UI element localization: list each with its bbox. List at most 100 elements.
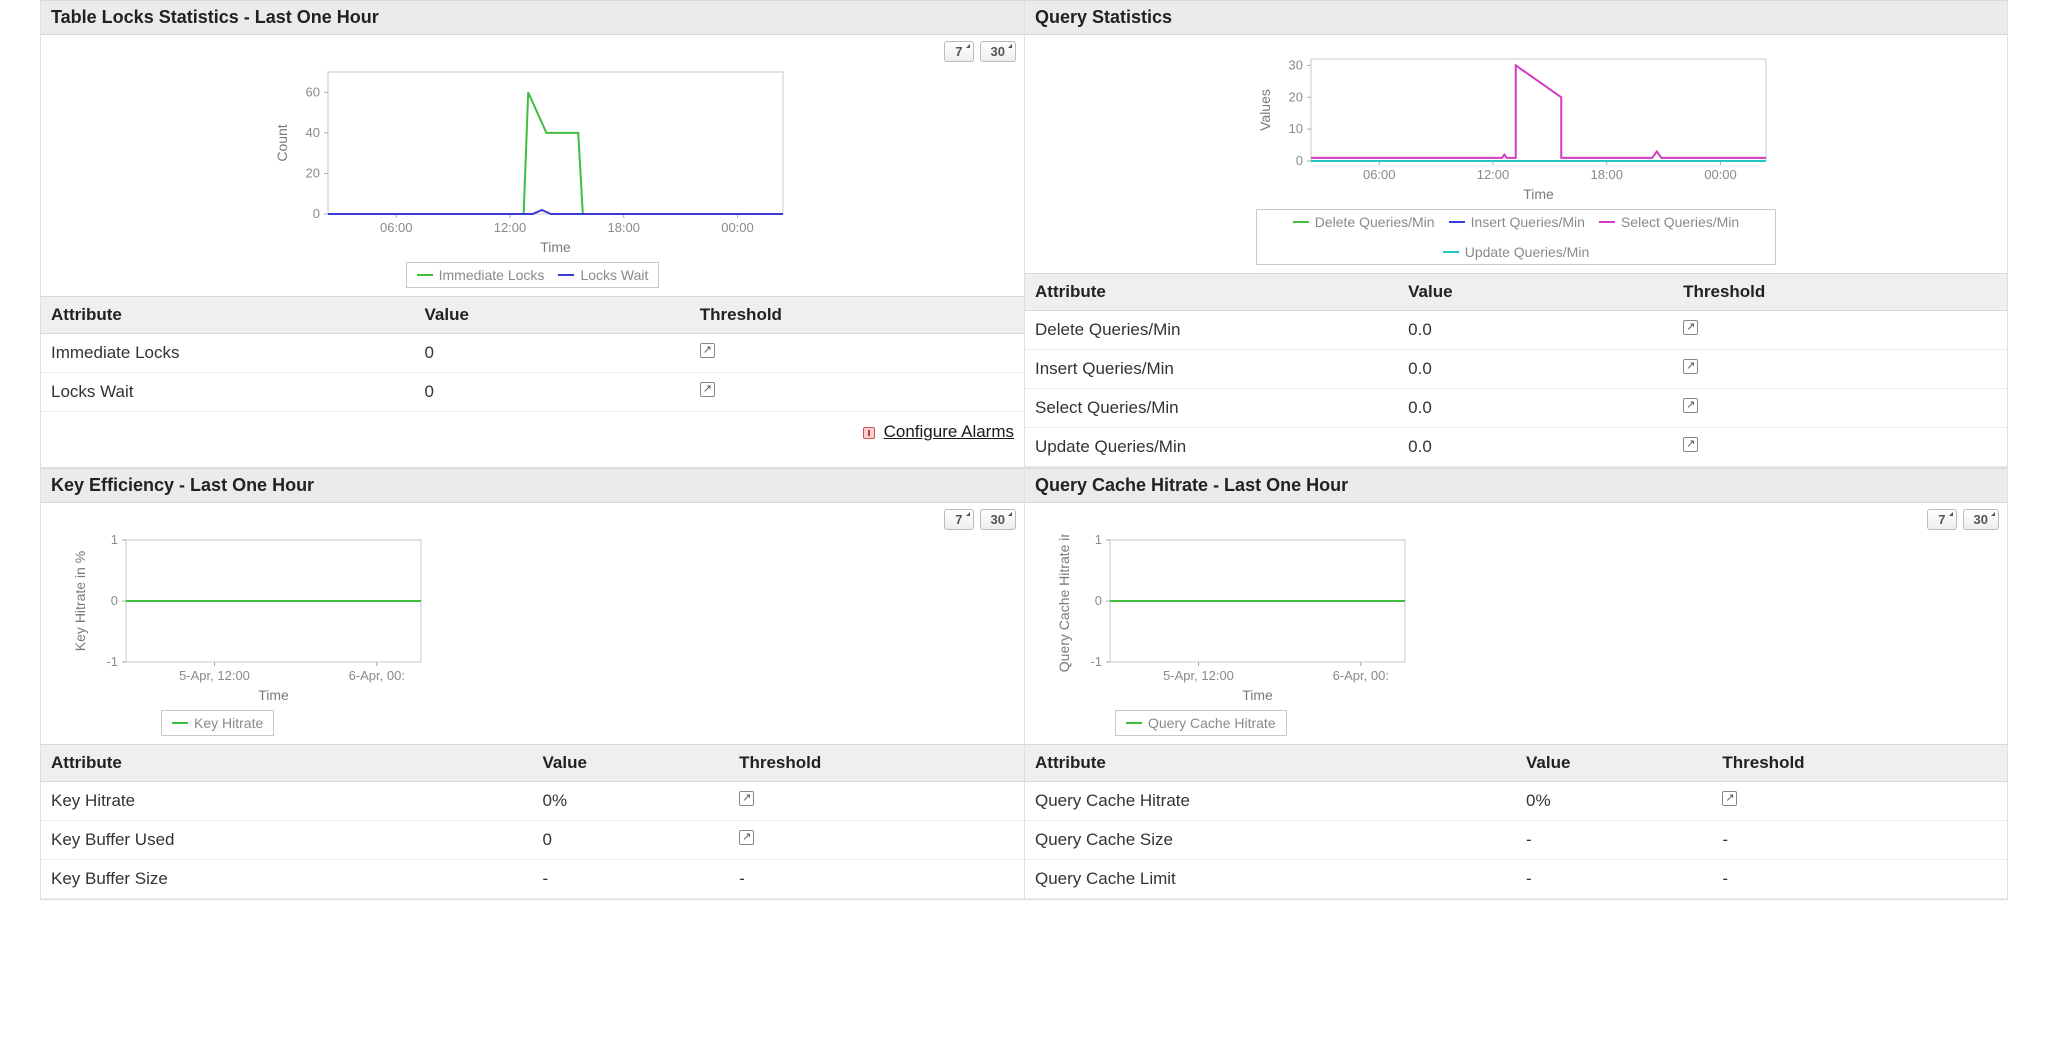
legend-item: Locks Wait (558, 267, 648, 283)
legend-swatch (172, 722, 188, 724)
legend-swatch (1443, 251, 1459, 253)
svg-text:0: 0 (1296, 153, 1303, 168)
cell-value: 0 (533, 821, 730, 860)
range-7-button[interactable]: 7 (1927, 509, 1956, 530)
svg-text:40: 40 (305, 125, 319, 140)
chart-area-key-eff: -1015-Apr, 12:006-Apr, 00:TimeKey Hitrat… (41, 530, 1024, 744)
table-row: Query Cache Limit-- (1025, 860, 2007, 899)
cell-threshold: - (1712, 860, 2007, 899)
dashboard-grid: Table Locks Statistics - Last One Hour 7… (40, 0, 2008, 900)
legend-label: Query Cache Hitrate (1148, 715, 1276, 731)
col-threshold: Threshold (1673, 274, 2007, 311)
cell-threshold (1673, 311, 2007, 350)
table-row: Immediate Locks0 (41, 334, 1024, 373)
svg-text:00:00: 00:00 (721, 220, 754, 235)
table-row: Query Cache Size-- (1025, 821, 2007, 860)
svg-text:20: 20 (305, 165, 319, 180)
legend-item: Insert Queries/Min (1449, 214, 1585, 230)
threshold-icon[interactable] (700, 382, 715, 397)
svg-text:Time: Time (258, 687, 289, 703)
threshold-icon[interactable] (1683, 437, 1698, 452)
threshold-icon[interactable] (700, 343, 715, 358)
svg-text:Query Cache Hitrate in: Query Cache Hitrate in (1056, 534, 1072, 672)
chart-tools: 7 30 (41, 35, 1024, 62)
legend-label: Select Queries/Min (1621, 214, 1739, 230)
cell-threshold (729, 821, 1024, 860)
svg-text:18:00: 18:00 (1590, 167, 1623, 182)
cell-value: 0 (415, 373, 690, 412)
panel-title: Table Locks Statistics - Last One Hour (41, 0, 1024, 35)
table-row: Insert Queries/Min0.0 (1025, 350, 2007, 389)
legend-key-eff: Key Hitrate (161, 710, 274, 736)
threshold-icon[interactable] (739, 791, 754, 806)
col-threshold: Threshold (729, 745, 1024, 782)
query-cache-grid: Attribute Value Threshold Query Cache Hi… (1025, 744, 2007, 899)
legend-item: Delete Queries/Min (1293, 214, 1435, 230)
chart-tools: 7 30 (41, 503, 1024, 530)
query-stats-chart: 010203006:0012:0018:0000:00TimeValues (1256, 53, 1776, 203)
range-30-button[interactable]: 30 (980, 41, 1016, 62)
threshold-icon[interactable] (1683, 359, 1698, 374)
svg-text:12:00: 12:00 (1477, 167, 1510, 182)
svg-text:6-Apr, 00:: 6-Apr, 00: (1333, 668, 1389, 683)
configure-alarms-link[interactable]: Configure Alarms (884, 422, 1014, 441)
query-stats-grid: Attribute Value Threshold Delete Queries… (1025, 273, 2007, 467)
cell-value: - (1516, 860, 1712, 899)
col-value: Value (533, 745, 730, 782)
footer-link-row: Configure Alarms (41, 412, 1024, 454)
table-locks-grid: Attribute Value Threshold Immediate Lock… (41, 296, 1024, 412)
legend-table-locks: Immediate Locks Locks Wait (406, 262, 660, 288)
range-30-button[interactable]: 30 (980, 509, 1016, 530)
cell-value: - (1516, 821, 1712, 860)
cell-value: 0 (415, 334, 690, 373)
panel-title: Query Statistics (1025, 0, 2007, 35)
legend-query-cache: Query Cache Hitrate (1115, 710, 1287, 736)
table-row: Key Hitrate0% (41, 782, 1024, 821)
legend-label: Key Hitrate (194, 715, 263, 731)
cell-attribute: Insert Queries/Min (1025, 350, 1398, 389)
panel-table-locks: Table Locks Statistics - Last One Hour 7… (41, 0, 1024, 468)
col-threshold: Threshold (1712, 745, 2007, 782)
cell-threshold (1712, 782, 2007, 821)
cell-attribute: Key Buffer Size (41, 860, 533, 899)
svg-text:06:00: 06:00 (1363, 167, 1396, 182)
cell-attribute: Update Queries/Min (1025, 428, 1398, 467)
svg-text:18:00: 18:00 (607, 220, 640, 235)
legend-label: Locks Wait (580, 267, 648, 283)
key-eff-chart: -1015-Apr, 12:006-Apr, 00:TimeKey Hitrat… (71, 534, 431, 704)
panel-title: Query Cache Hitrate - Last One Hour (1025, 468, 2007, 503)
cell-attribute: Query Cache Limit (1025, 860, 1516, 899)
cell-value: 0.0 (1398, 428, 1673, 467)
cell-threshold: - (1712, 821, 2007, 860)
col-attribute: Attribute (1025, 745, 1516, 782)
legend-item: Query Cache Hitrate (1126, 715, 1276, 731)
svg-text:60: 60 (305, 84, 319, 99)
range-30-button[interactable]: 30 (1963, 509, 1999, 530)
cell-threshold (690, 373, 1024, 412)
range-7-button[interactable]: 7 (944, 41, 973, 62)
svg-text:0: 0 (312, 206, 319, 221)
legend-label: Insert Queries/Min (1471, 214, 1585, 230)
svg-text:-1: -1 (106, 654, 118, 669)
col-attribute: Attribute (1025, 274, 1398, 311)
svg-text:1: 1 (111, 534, 118, 547)
legend-label: Delete Queries/Min (1315, 214, 1435, 230)
range-7-button[interactable]: 7 (944, 509, 973, 530)
threshold-icon[interactable] (1722, 791, 1737, 806)
col-value: Value (1516, 745, 1712, 782)
panel-key-efficiency: Key Efficiency - Last One Hour 7 30 -101… (41, 468, 1024, 900)
legend-swatch (1599, 221, 1615, 223)
threshold-icon[interactable] (1683, 398, 1698, 413)
svg-text:5-Apr, 12:00: 5-Apr, 12:00 (179, 668, 250, 683)
chart-tools: 7 30 (1025, 503, 2007, 530)
cell-threshold (729, 782, 1024, 821)
threshold-icon[interactable] (739, 830, 754, 845)
chart-area-query-stats: 010203006:0012:0018:0000:00TimeValues De… (1025, 35, 2007, 273)
threshold-icon[interactable] (1683, 320, 1698, 335)
table-row: Key Buffer Used0 (41, 821, 1024, 860)
svg-text:30: 30 (1289, 57, 1303, 72)
svg-text:Time: Time (1523, 186, 1554, 202)
col-threshold: Threshold (690, 297, 1024, 334)
table-row: Select Queries/Min0.0 (1025, 389, 2007, 428)
svg-text:06:00: 06:00 (379, 220, 412, 235)
